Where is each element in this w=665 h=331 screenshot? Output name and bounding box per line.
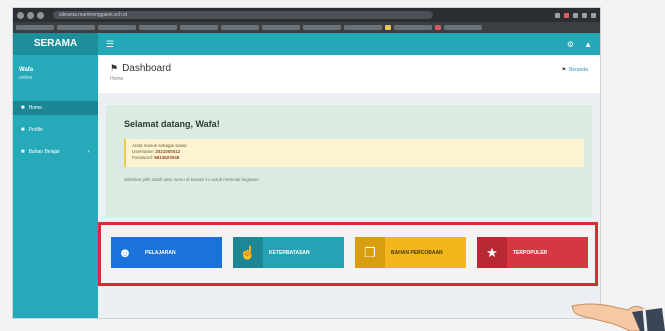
bookmark-item[interactable] [180, 25, 218, 30]
highlighted-tiles-area: ☻ PELAJARAN ☝ KETERBATASAN ❐ BAHAN PERCO… [98, 222, 598, 286]
settings-icon[interactable]: ⚙ [567, 40, 574, 49]
password-label: Password: [132, 155, 154, 160]
extension-icon[interactable] [555, 12, 560, 18]
book-icon: ■ [21, 149, 25, 155]
password-line: Password: 6813623048 [132, 155, 578, 161]
sidebar-item-bahan-belajar[interactable]: ■ Bahan Belajar ‹ [13, 145, 98, 159]
user-name: Wafa [19, 67, 34, 73]
star-icon: ★ [477, 237, 507, 268]
bookmark-folder-icon[interactable] [385, 25, 391, 30]
thumbs-up-icon: ☝ [233, 237, 263, 268]
extension-icon[interactable] [582, 12, 587, 18]
username-value: 2021000012 [155, 149, 181, 154]
browser-titlebar: sibrama.mamtrenggalek.sch.id [13, 8, 600, 22]
tile-label: PELAJARAN [145, 249, 176, 256]
dashboard-icon: ⚑ [110, 63, 119, 73]
tile-label: TERPOPULER [513, 249, 548, 256]
bookmark-item[interactable] [444, 25, 482, 30]
username-label: Username: [132, 149, 155, 154]
chevron-left-icon: ‹ [88, 149, 90, 155]
top-navbar: ☰ ⚙ ▲ [98, 33, 600, 55]
sidebar-item-profile[interactable]: ■ Profile [13, 123, 98, 137]
address-bar[interactable]: sibrama.mamtrenggalek.sch.id [53, 11, 433, 19]
bookmark-item[interactable] [303, 25, 341, 30]
breadcrumb-label: Beranda [569, 67, 588, 73]
home-icon: ■ [21, 105, 25, 111]
bookmark-item[interactable] [344, 25, 382, 30]
bookmark-item[interactable] [262, 25, 300, 30]
page-subtitle: Home [110, 76, 124, 82]
menu-icon[interactable]: ☰ [106, 39, 114, 50]
reload-button[interactable] [37, 11, 44, 19]
welcome-box: Selamat datang, Wafa! Anda masuk sebagai… [106, 105, 592, 217]
user-icon[interactable]: ▲ [584, 40, 592, 49]
welcome-note: Silahkan pilih salah satu menu di bawah … [124, 177, 260, 182]
home-icon: ⚑ [561, 67, 567, 73]
profile-icon[interactable] [591, 12, 596, 18]
user-panel: Wafa online [13, 55, 98, 85]
tile-keterbatasan[interactable]: ☝ KETERBATASAN [233, 237, 344, 268]
user-icon: ■ [21, 127, 25, 133]
bookmark-item[interactable] [394, 25, 432, 30]
sidebar-item-label: Bahan Belajar [28, 149, 61, 155]
sidebar-item-label: Home [28, 105, 42, 111]
bookmark-item[interactable] [57, 25, 95, 30]
tile-label: BAHAN PERCOBAAN [391, 249, 443, 256]
forward-button[interactable] [27, 11, 34, 19]
breadcrumb[interactable]: ⚑ Beranda [562, 67, 588, 73]
account-info-box: Anda masuk sebagai siswa Username: 20210… [124, 139, 584, 167]
extension-icon[interactable] [573, 12, 578, 18]
sidebar-item-home[interactable]: ■ Home [13, 101, 98, 115]
bookmark-icon[interactable] [435, 25, 441, 30]
sidebar-menu: ■ Home ■ Profile ■ Bahan Belajar ‹ [13, 101, 98, 159]
extension-icon[interactable] [564, 12, 569, 18]
user-status: online [19, 75, 33, 81]
tile-bahan-percobaan[interactable]: ❐ BAHAN PERCOBAAN [355, 237, 466, 268]
tile-label: KETERBATASAN [269, 249, 310, 256]
page-title-text: Dashboard [122, 63, 171, 74]
users-icon: ☻ [118, 245, 132, 260]
copy-icon: ❐ [355, 237, 385, 268]
bookmark-item[interactable] [221, 25, 259, 30]
back-button[interactable] [17, 11, 24, 19]
bookmarks-bar [13, 22, 600, 33]
pointing-hand-icon [571, 303, 665, 331]
page-header: ⚑ Dashboard Home ⚑ Beranda [98, 55, 600, 93]
password-value: 6813623048 [154, 155, 180, 160]
tile-pelajaran[interactable]: ☻ PELAJARAN [111, 237, 222, 268]
page-title: ⚑ Dashboard [110, 63, 588, 74]
tile-terpopuler[interactable]: ★ TERPOPULER [477, 237, 588, 268]
welcome-heading: Selamat datang, Wafa! [124, 119, 220, 129]
bookmark-item[interactable] [139, 25, 177, 30]
sidebar-item-label: Profile [28, 127, 43, 133]
app-logo[interactable]: SERAMA [13, 33, 98, 55]
bookmark-item[interactable] [98, 25, 136, 30]
bookmark-item[interactable] [16, 25, 54, 30]
sidebar: Wafa online ■ Home ■ Profile ■ Bahan Bel… [13, 55, 98, 318]
